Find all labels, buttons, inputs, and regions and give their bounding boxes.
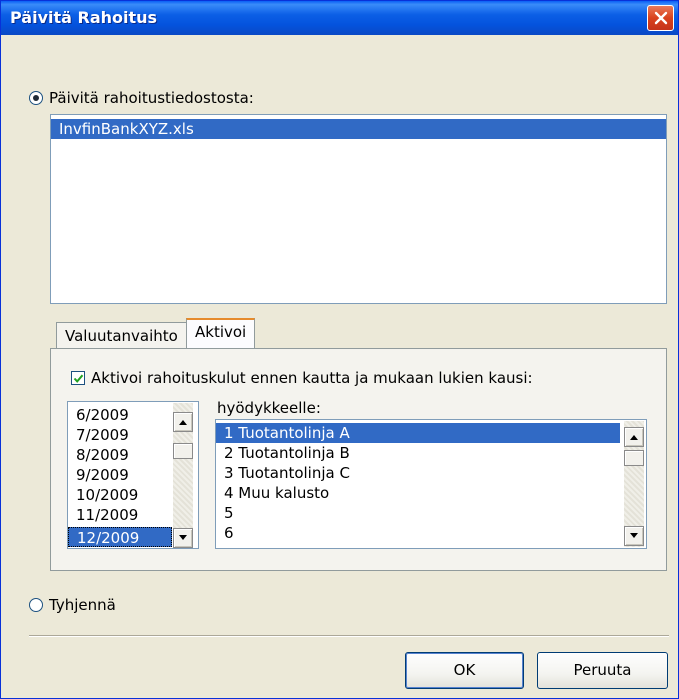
- close-icon: [654, 11, 668, 25]
- ok-button[interactable]: OK: [405, 652, 524, 689]
- window-title: Päivitä Rahoitus: [10, 8, 158, 27]
- close-button[interactable]: [647, 5, 674, 31]
- asset-item-selected[interactable]: 1 Tuotantolinja A: [216, 423, 620, 443]
- separator: [29, 635, 669, 637]
- assets-label: hyödykkeelle:: [217, 399, 321, 417]
- update-from-file-radio[interactable]: [29, 91, 43, 105]
- scroll-thumb[interactable]: [173, 443, 193, 459]
- tab-activate[interactable]: Aktivoi: [186, 318, 256, 350]
- period-item[interactable]: 9/2009: [68, 465, 172, 485]
- asset-scrollbar[interactable]: [624, 421, 644, 547]
- clear-label[interactable]: Tyhjennä: [49, 596, 116, 614]
- asset-item[interactable]: 5: [216, 503, 620, 523]
- scroll-up-button[interactable]: [624, 427, 644, 447]
- scroll-up-button[interactable]: [173, 412, 193, 432]
- tab-label: Valuutanvaihto: [65, 327, 178, 345]
- period-item[interactable]: 7/2009: [68, 425, 172, 445]
- arrow-down-icon: [179, 535, 187, 540]
- arrow-up-icon: [630, 435, 638, 440]
- period-item[interactable]: 11/2009: [68, 505, 172, 525]
- scroll-down-button[interactable]: [624, 526, 644, 546]
- period-item[interactable]: 8/2009: [68, 445, 172, 465]
- file-listbox[interactable]: InvfinBankXYZ.xls: [50, 114, 667, 304]
- period-listbox[interactable]: 6/2009 7/2009 8/2009 9/2009 10/2009 11/2…: [67, 401, 199, 549]
- title-bar[interactable]: Päivitä Rahoitus: [1, 1, 678, 35]
- asset-listbox[interactable]: 1 Tuotantolinja A 2 Tuotantolinja B 3 Tu…: [215, 419, 647, 549]
- file-list-item[interactable]: InvfinBankXYZ.xls: [51, 119, 666, 139]
- cancel-button[interactable]: Peruuta: [537, 652, 668, 689]
- ok-button-label: OK: [453, 661, 476, 679]
- update-from-file-label[interactable]: Päivitä rahoitustiedostosta:: [49, 89, 254, 107]
- asset-item[interactable]: 6: [216, 523, 620, 543]
- period-scrollbar[interactable]: [173, 403, 193, 548]
- asset-item[interactable]: 4 Muu kalusto: [216, 483, 620, 503]
- tab-label: Aktivoi: [195, 323, 247, 341]
- cancel-button-label: Peruuta: [573, 661, 632, 679]
- capitalize-checkbox[interactable]: [71, 371, 85, 385]
- period-item-selected[interactable]: 12/2009: [68, 527, 172, 547]
- asset-item[interactable]: 2 Tuotantolinja B: [216, 443, 620, 463]
- clear-radio[interactable]: [29, 598, 43, 612]
- dialog-window: Päivitä Rahoitus Päivitä rahoitustiedost…: [0, 0, 679, 699]
- asset-item[interactable]: 3 Tuotantolinja C: [216, 463, 620, 483]
- capitalize-checkbox-label[interactable]: Aktivoi rahoituskulut ennen kautta ja mu…: [91, 369, 533, 387]
- scroll-thumb[interactable]: [624, 450, 644, 466]
- period-item[interactable]: 6/2009: [68, 405, 172, 425]
- tab-currency-exchange[interactable]: Valuutanvaihto: [56, 322, 187, 350]
- arrow-up-icon: [179, 420, 187, 425]
- period-item[interactable]: 10/2009: [68, 485, 172, 505]
- scroll-down-button[interactable]: [173, 528, 193, 548]
- arrow-down-icon: [630, 533, 638, 538]
- checkmark-icon: [73, 374, 84, 383]
